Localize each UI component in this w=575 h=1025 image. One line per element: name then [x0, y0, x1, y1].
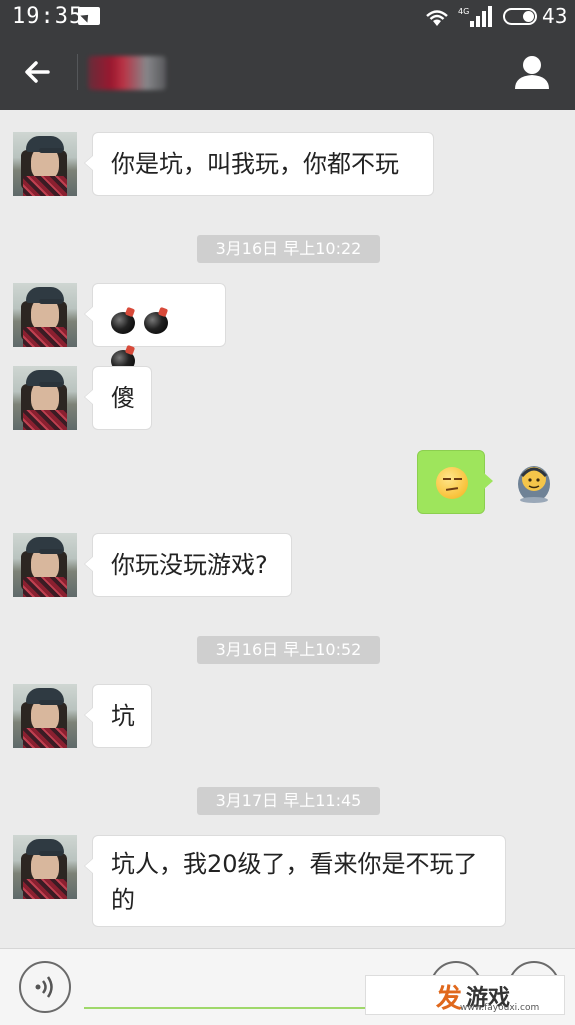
- arrow-left-icon[interactable]: [18, 52, 58, 92]
- message-text: 坑: [111, 702, 135, 730]
- contact-avatar[interactable]: [13, 684, 77, 748]
- battery-level: 43: [542, 4, 568, 28]
- voice-icon: [35, 976, 53, 998]
- image-notification-icon: [78, 7, 100, 25]
- battery-icon: [503, 8, 537, 25]
- status-bar: 19:35 4G 43: [0, 0, 575, 34]
- contact-name-blurred: [88, 56, 166, 90]
- message-bubble[interactable]: [84, 283, 226, 372]
- message-bubble[interactable]: 你玩没玩游戏?: [84, 533, 292, 597]
- chat-header: [0, 34, 575, 110]
- wifi-icon: [426, 10, 448, 26]
- message-bubble[interactable]: 傻: [84, 366, 152, 430]
- message-text: 你是坑，叫我玩，你都不玩: [111, 150, 399, 178]
- message-bubble[interactable]: 你是坑，叫我玩，你都不玩: [84, 132, 434, 196]
- smirk-emoji-icon: [436, 467, 468, 499]
- timestamp: 3月16日 早上10:22: [197, 235, 380, 263]
- message-bubble[interactable]: 坑人，我20级了，看来你是不玩了的: [84, 835, 506, 927]
- contact-avatar[interactable]: [13, 283, 77, 347]
- voice-button[interactable]: [19, 961, 71, 1013]
- bomb-icon: [111, 306, 137, 334]
- self-avatar[interactable]: [512, 460, 556, 504]
- header-divider: [77, 54, 78, 90]
- contact-avatar[interactable]: [13, 132, 77, 196]
- message-text: 傻: [111, 384, 135, 412]
- person-icon[interactable]: [512, 54, 552, 90]
- watermark-url: www.fayouxi.com: [460, 1003, 540, 1013]
- sent-message-bubble[interactable]: [417, 450, 493, 514]
- bomb-icon: [144, 306, 170, 334]
- timestamp: 3月16日 早上10:52: [197, 636, 380, 664]
- network-type: 4G: [458, 7, 469, 16]
- contact-avatar[interactable]: [13, 835, 77, 899]
- chat-messages[interactable]: 你是坑，叫我玩，你都不玩 3月16日 早上10:22 傻 你玩没玩游戏? 3月1…: [0, 110, 575, 948]
- contact-avatar[interactable]: [13, 366, 77, 430]
- signal-icon: 4G: [458, 6, 492, 27]
- message-bubble[interactable]: 坑: [84, 684, 152, 748]
- message-text: 你玩没玩游戏?: [111, 551, 268, 579]
- message-text: 坑人，我20级了，看来你是不玩了的: [111, 850, 478, 914]
- watermark-logo: 发 游戏 www.fayouxi.com: [365, 975, 565, 1015]
- status-time: 19:35: [12, 4, 84, 29]
- watermark-brand-char: 发: [436, 984, 463, 1014]
- contact-avatar[interactable]: [13, 533, 77, 597]
- timestamp: 3月17日 早上11:45: [197, 787, 380, 815]
